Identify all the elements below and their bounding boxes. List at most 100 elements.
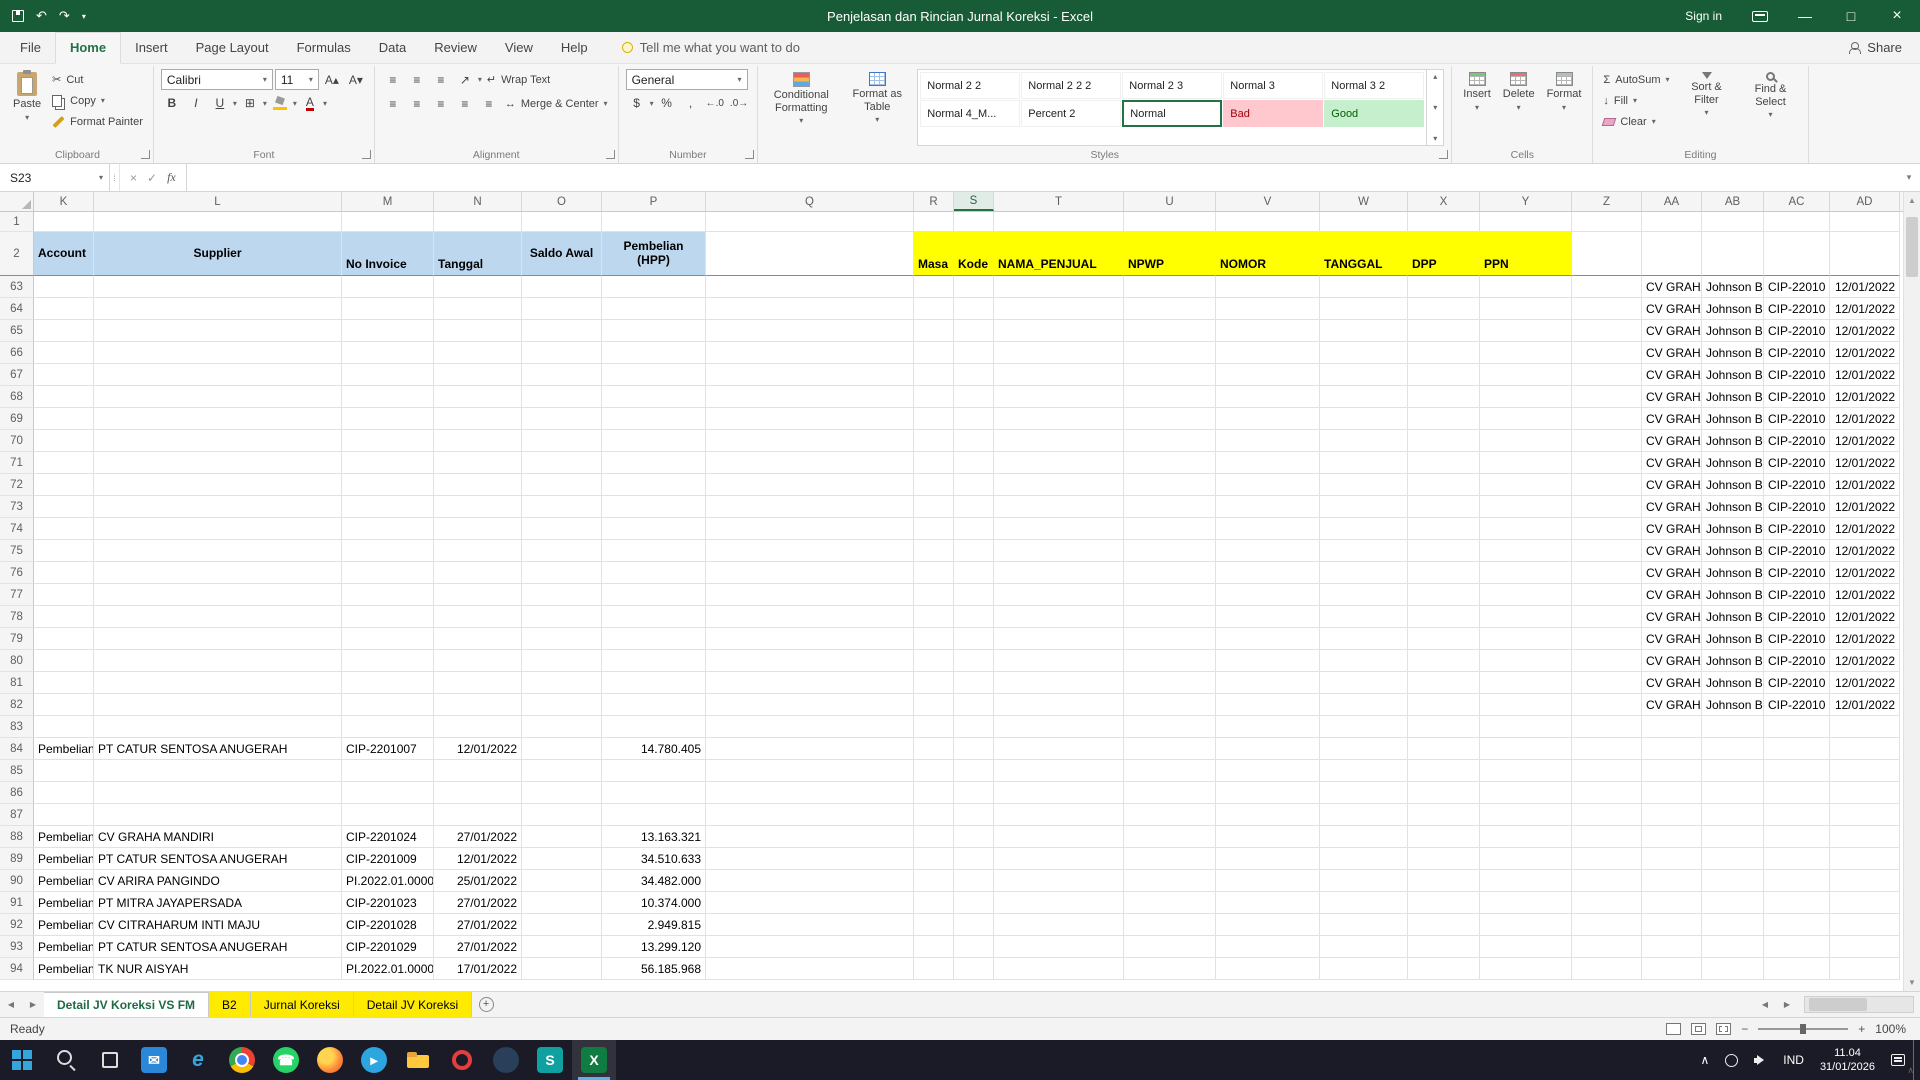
cell-M90[interactable]: PI.2022.01.00006 xyxy=(342,870,434,892)
cell-L92[interactable]: CV CITRAHARUM INTI MAJU xyxy=(94,914,342,936)
hscroll-right-icon[interactable]: ▶ xyxy=(1776,992,1798,1017)
cell-AB88[interactable] xyxy=(1702,826,1764,848)
cell-K84[interactable]: Pembelian xyxy=(34,738,94,760)
cell-R70[interactable] xyxy=(914,430,954,452)
cell-AA73[interactable]: CV GRAHA xyxy=(1642,496,1702,518)
row-header-72[interactable]: 72 xyxy=(0,474,34,496)
cell-AC84[interactable] xyxy=(1764,738,1830,760)
row-header-81[interactable]: 81 xyxy=(0,672,34,694)
row-header-78[interactable]: 78 xyxy=(0,606,34,628)
page-break-view-button[interactable] xyxy=(1716,1023,1731,1035)
cell-Z78[interactable] xyxy=(1572,606,1642,628)
cell-X92[interactable] xyxy=(1408,914,1480,936)
cell-AA82[interactable]: CV GRAHA xyxy=(1642,694,1702,716)
row-header-84[interactable]: 84 xyxy=(0,738,34,760)
cell-P89[interactable]: 34.510.633 xyxy=(602,848,706,870)
cell-N63[interactable] xyxy=(434,276,522,298)
cell-N70[interactable] xyxy=(434,430,522,452)
cell-T85[interactable] xyxy=(994,760,1124,782)
cell-R67[interactable] xyxy=(914,364,954,386)
cell-U69[interactable] xyxy=(1124,408,1216,430)
taskbar-icon-whatsapp[interactable]: ☎ xyxy=(264,1040,308,1080)
cell-AC93[interactable] xyxy=(1764,936,1830,958)
cell-V90[interactable] xyxy=(1216,870,1320,892)
row-header-71[interactable]: 71 xyxy=(0,452,34,474)
cell-Y87[interactable] xyxy=(1480,804,1572,826)
cell-P87[interactable] xyxy=(602,804,706,826)
cell-X85[interactable] xyxy=(1408,760,1480,782)
cell-S81[interactable] xyxy=(954,672,994,694)
cell-R82[interactable] xyxy=(914,694,954,716)
cell-N64[interactable] xyxy=(434,298,522,320)
cell-S86[interactable] xyxy=(954,782,994,804)
row-header-88[interactable]: 88 xyxy=(0,826,34,848)
cell-AA87[interactable] xyxy=(1642,804,1702,826)
cell-R91[interactable] xyxy=(914,892,954,914)
cell-AB68[interactable]: Johnson Ba xyxy=(1702,386,1764,408)
cell-M76[interactable] xyxy=(342,562,434,584)
cell-O76[interactable] xyxy=(522,562,602,584)
cell-O67[interactable] xyxy=(522,364,602,386)
comma-style-button[interactable]: , xyxy=(680,93,702,113)
cell-Z87[interactable] xyxy=(1572,804,1642,826)
cell-Q67[interactable] xyxy=(706,364,914,386)
language-indicator[interactable]: IND xyxy=(1775,1040,1812,1080)
cell-O66[interactable] xyxy=(522,342,602,364)
cell-AA88[interactable] xyxy=(1642,826,1702,848)
cell-P67[interactable] xyxy=(602,364,706,386)
cell-AD92[interactable] xyxy=(1830,914,1900,936)
cell-L73[interactable] xyxy=(94,496,342,518)
cell-K68[interactable] xyxy=(34,386,94,408)
cell-Y86[interactable] xyxy=(1480,782,1572,804)
cell-M70[interactable] xyxy=(342,430,434,452)
cell-T94[interactable] xyxy=(994,958,1124,980)
cell-Z92[interactable] xyxy=(1572,914,1642,936)
cell-O71[interactable] xyxy=(522,452,602,474)
cell-L77[interactable] xyxy=(94,584,342,606)
cell-style-normal-2-2[interactable]: Normal 2 2 xyxy=(920,72,1020,99)
sheet-tab-b2[interactable]: B2 xyxy=(209,992,251,1017)
cell-L83[interactable] xyxy=(94,716,342,738)
cell-AB80[interactable]: Johnson Ba xyxy=(1702,650,1764,672)
cell-Y74[interactable] xyxy=(1480,518,1572,540)
cell-Y73[interactable] xyxy=(1480,496,1572,518)
cell-AD78[interactable]: 12/01/2022 xyxy=(1830,606,1900,628)
cell-S2[interactable]: Kode xyxy=(954,232,994,276)
cell-V93[interactable] xyxy=(1216,936,1320,958)
cell-X75[interactable] xyxy=(1408,540,1480,562)
cell-W69[interactable] xyxy=(1320,408,1408,430)
cell-Q91[interactable] xyxy=(706,892,914,914)
cell-W75[interactable] xyxy=(1320,540,1408,562)
cell-K81[interactable] xyxy=(34,672,94,694)
cell-K90[interactable]: Pembelian xyxy=(34,870,94,892)
cell-AD91[interactable] xyxy=(1830,892,1900,914)
cell-P79[interactable] xyxy=(602,628,706,650)
cell-AD85[interactable] xyxy=(1830,760,1900,782)
cell-R66[interactable] xyxy=(914,342,954,364)
cell-M86[interactable] xyxy=(342,782,434,804)
cell-AD86[interactable] xyxy=(1830,782,1900,804)
borders-button[interactable]: ⊞ xyxy=(239,93,261,113)
cell-T89[interactable] xyxy=(994,848,1124,870)
taskbar-icon-file-explorer[interactable] xyxy=(396,1040,440,1080)
cell-AB75[interactable]: Johnson Ba xyxy=(1702,540,1764,562)
taskbar-icon-telegram[interactable]: ▸ xyxy=(352,1040,396,1080)
close-button[interactable]: × xyxy=(1874,0,1920,32)
cell-Z68[interactable] xyxy=(1572,386,1642,408)
row-header-64[interactable]: 64 xyxy=(0,298,34,320)
cell-Q94[interactable] xyxy=(706,958,914,980)
cell-K86[interactable] xyxy=(34,782,94,804)
cell-L79[interactable] xyxy=(94,628,342,650)
cell-Y67[interactable] xyxy=(1480,364,1572,386)
cell-K85[interactable] xyxy=(34,760,94,782)
sign-in-button[interactable]: Sign in xyxy=(1669,9,1738,23)
cell-W65[interactable] xyxy=(1320,320,1408,342)
cell-AB82[interactable]: Johnson Ba xyxy=(1702,694,1764,716)
expand-formula-bar-icon[interactable]: ▾ xyxy=(1898,164,1920,191)
cell-AD63[interactable]: 12/01/2022 xyxy=(1830,276,1900,298)
row-header-75[interactable]: 75 xyxy=(0,540,34,562)
cell-M82[interactable] xyxy=(342,694,434,716)
cell-M72[interactable] xyxy=(342,474,434,496)
cell-Y75[interactable] xyxy=(1480,540,1572,562)
cell-K80[interactable] xyxy=(34,650,94,672)
